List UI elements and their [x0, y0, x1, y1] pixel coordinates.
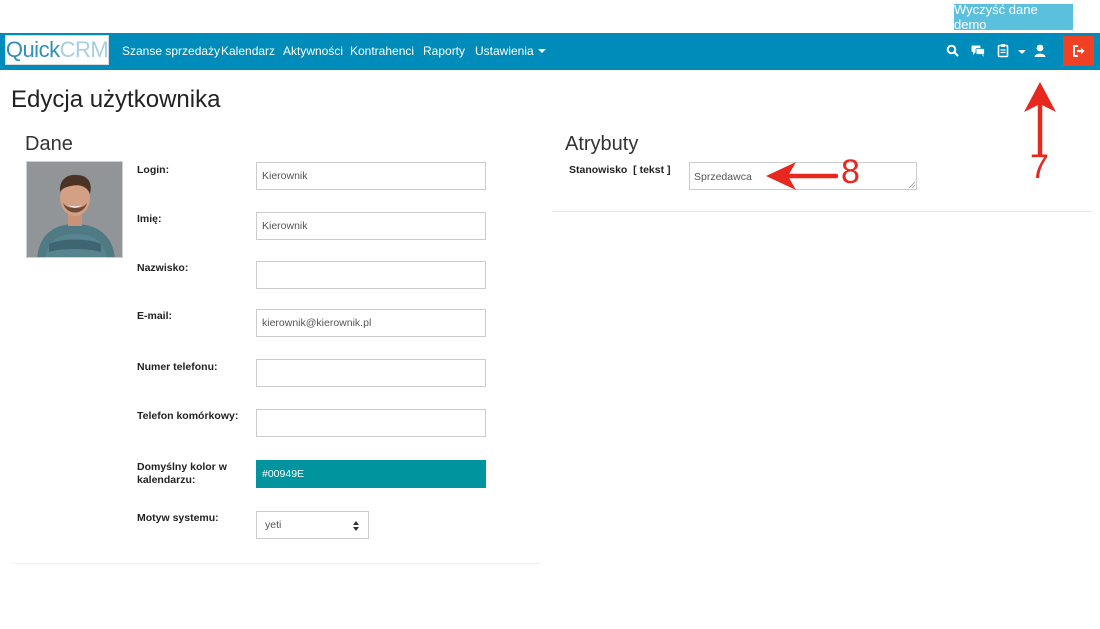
logo-text-quick: Quick [5, 37, 60, 62]
kolor-label-line2: kalendarzu: [137, 474, 196, 486]
user-icon[interactable] [1033, 43, 1047, 59]
resize-handle-icon[interactable] [908, 181, 915, 188]
chevron-down-icon[interactable] [1018, 50, 1026, 54]
user-avatar [26, 161, 123, 258]
nav-kontrahenci[interactable]: Kontrahenci [350, 44, 414, 58]
select-arrows-icon [353, 521, 359, 531]
kolor-label-line1: Domyślny kolor w [137, 461, 227, 473]
dane-section-title: Dane [25, 133, 73, 155]
page: { "top": { "demo_button": "Wyczyść dane … [0, 0, 1100, 629]
imie-input[interactable]: Kierownik [256, 212, 486, 240]
calendar-color-input[interactable]: #00949E [256, 460, 486, 488]
annotation-arrow-7 [1024, 82, 1056, 156]
stanowisko-label: Stanowisko [ tekst ] [569, 164, 671, 176]
chat-icon[interactable] [971, 43, 985, 59]
chevron-down-icon [537, 49, 546, 53]
email-label: E-mail: [137, 310, 173, 322]
nav-szanse-sprzedazy[interactable]: Szanse sprzedaży [122, 44, 220, 58]
nav-kalendarz[interactable]: Kalendarz [221, 44, 275, 58]
search-icon[interactable] [946, 43, 960, 59]
stanowisko-value: Sprzedawca [694, 171, 752, 183]
nazwisko-input[interactable] [256, 261, 486, 289]
login-label: Login: [137, 164, 170, 176]
motyw-label: Motyw systemu: [137, 512, 219, 524]
email-input[interactable]: kierownik@kierownik.pl [256, 309, 486, 337]
navbar: Quick CRM Szanse sprzedaży Kalendarz Akty… [0, 33, 1100, 70]
imie-label: Imię: [137, 213, 162, 225]
telefon-komorkowy-input[interactable] [256, 409, 486, 437]
telefon-input[interactable] [256, 359, 486, 387]
page-title: Edycja użytkownika [11, 86, 221, 113]
avatar-photo [27, 162, 122, 257]
telefon-komorkowy-label: Telefon komórkowy: [137, 410, 239, 422]
theme-select[interactable]: yeti [256, 511, 369, 539]
annotation-number-7: 7 [1030, 148, 1049, 186]
telefon-label: Numer telefonu: [137, 361, 218, 373]
atrybuty-section-title: Atrybuty [565, 133, 639, 155]
annotation-number-8: 8 [841, 153, 860, 191]
theme-select-value: yeti [265, 519, 282, 531]
logo-text-crm: CRM [59, 37, 109, 62]
login-input[interactable]: Kierownik [256, 162, 486, 190]
logout-icon [1073, 45, 1085, 57]
annotation-arrow-8 [766, 162, 838, 190]
logo[interactable]: Quick CRM [5, 35, 109, 65]
clear-demo-data-button[interactable]: Wyczyść dane demo [954, 2, 1073, 32]
nav-ustawienia-label: Ustawienia [475, 44, 534, 58]
logout-button[interactable] [1063, 36, 1094, 66]
nav-ustawienia[interactable]: Ustawienia [475, 44, 546, 58]
nav-aktywnosci[interactable]: Aktywności [283, 44, 343, 58]
nav-raporty[interactable]: Raporty [423, 44, 465, 58]
kolor-label: Domyślny kolor w kalendarzu: [137, 461, 227, 487]
clipboard-icon[interactable] [997, 43, 1011, 59]
nazwisko-label: Nazwisko: [137, 262, 189, 274]
